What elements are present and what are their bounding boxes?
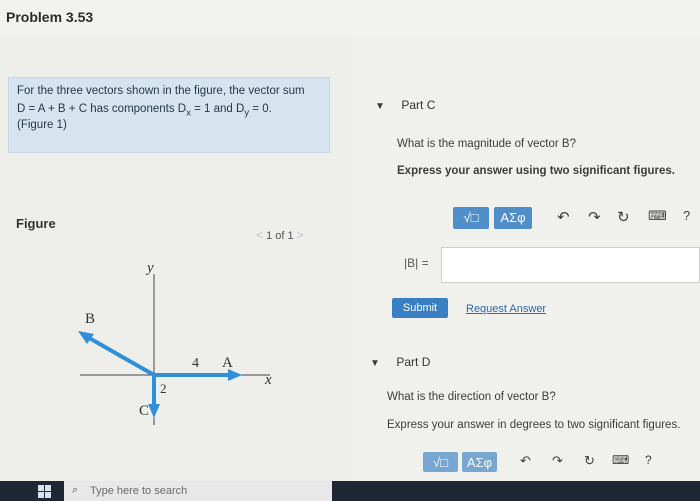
vector-b-arrow (83, 333, 155, 377)
part-c-label: Part C (401, 98, 436, 112)
reset-icon-d[interactable]: ↻ (584, 453, 595, 469)
collapse-triangle-icon-2: ▼ (370, 358, 380, 369)
problem-prompt: For the three vectors shown in the figur… (8, 77, 330, 153)
vector-a-label: A (222, 355, 233, 371)
windows-start-icon[interactable] (38, 485, 51, 498)
prev-figure-icon[interactable]: < (256, 228, 263, 242)
math-template-button-d[interactable]: √□ (423, 452, 458, 472)
subscript-y: y (244, 107, 250, 119)
search-icon: ⌕ (72, 484, 79, 496)
problem-title: Problem 3.53 (6, 9, 94, 25)
part-d-instruction: Express your answer in degrees to two si… (387, 419, 681, 431)
figure-page-count: 1 of 1 (266, 230, 294, 242)
vector-b-label: B (85, 311, 95, 327)
title-bar: Problem 3.53 (0, 0, 700, 37)
reset-icon[interactable]: ↻ (617, 208, 630, 226)
taskbar-search-box[interactable]: ⌕ Type here to search (64, 481, 332, 501)
prompt-equation-3: = 0. (252, 103, 272, 115)
part-d-label: Part D (396, 355, 431, 369)
vector-c-label: C (139, 403, 149, 419)
help-icon[interactable]: ? (683, 208, 690, 223)
math-template-button[interactable]: √□ (453, 207, 489, 229)
os-taskbar: ⌕ Type here to search (0, 481, 700, 501)
greek-symbols-button-d[interactable]: ΑΣφ (462, 452, 497, 472)
vector-c-head (148, 404, 160, 418)
vector-c-length: 2 (160, 381, 167, 396)
keyboard-icon-d[interactable]: ⌨ (612, 453, 629, 467)
vector-figure: y x B A 4 C 2 (78, 260, 272, 425)
part-c-header[interactable]: ▼ Part C (375, 96, 435, 114)
y-axis-label: y (145, 260, 154, 276)
vector-a-length: 4 (192, 356, 199, 371)
next-figure-icon[interactable]: > (297, 228, 304, 242)
figure-link[interactable]: (Figure 1) (17, 119, 67, 131)
undo-icon-d[interactable]: ↶ (520, 453, 531, 469)
redo-icon[interactable]: ↷ (588, 208, 601, 226)
collapse-triangle-icon: ▼ (375, 101, 385, 112)
greek-symbols-button[interactable]: ΑΣφ (494, 207, 532, 229)
prompt-line-1: For the three vectors shown in the figur… (17, 85, 305, 97)
magnitude-answer-field[interactable] (441, 247, 700, 283)
answer-label: |B| = (404, 256, 429, 270)
figure-label: Figure (16, 216, 56, 231)
part-c-instruction: Express your answer using two significan… (397, 165, 675, 177)
request-answer-link[interactable]: Request Answer (466, 303, 546, 315)
help-icon-d[interactable]: ? (645, 453, 652, 467)
prompt-equation: D = A + B + C has components D (17, 103, 187, 115)
part-c-question: What is the magnitude of vector B? (397, 138, 576, 150)
submit-button[interactable]: Submit (392, 298, 448, 318)
prompt-line-2: D = A + B + C has components Dx = 1 and … (17, 103, 272, 118)
redo-icon-d[interactable]: ↷ (552, 453, 563, 469)
subscript-x: x (186, 107, 191, 119)
prompt-equation-2: = 1 and D (194, 103, 245, 115)
part-d-header[interactable]: ▼ Part D (370, 353, 430, 371)
part-d-question: What is the direction of vector B? (387, 391, 556, 403)
undo-icon[interactable]: ↶ (557, 208, 570, 226)
search-placeholder: Type here to search (90, 485, 188, 497)
keyboard-icon[interactable]: ⌨ (648, 208, 667, 224)
figure-pager: < 1 of 1 > (256, 228, 304, 242)
x-axis-label: x (264, 372, 272, 388)
